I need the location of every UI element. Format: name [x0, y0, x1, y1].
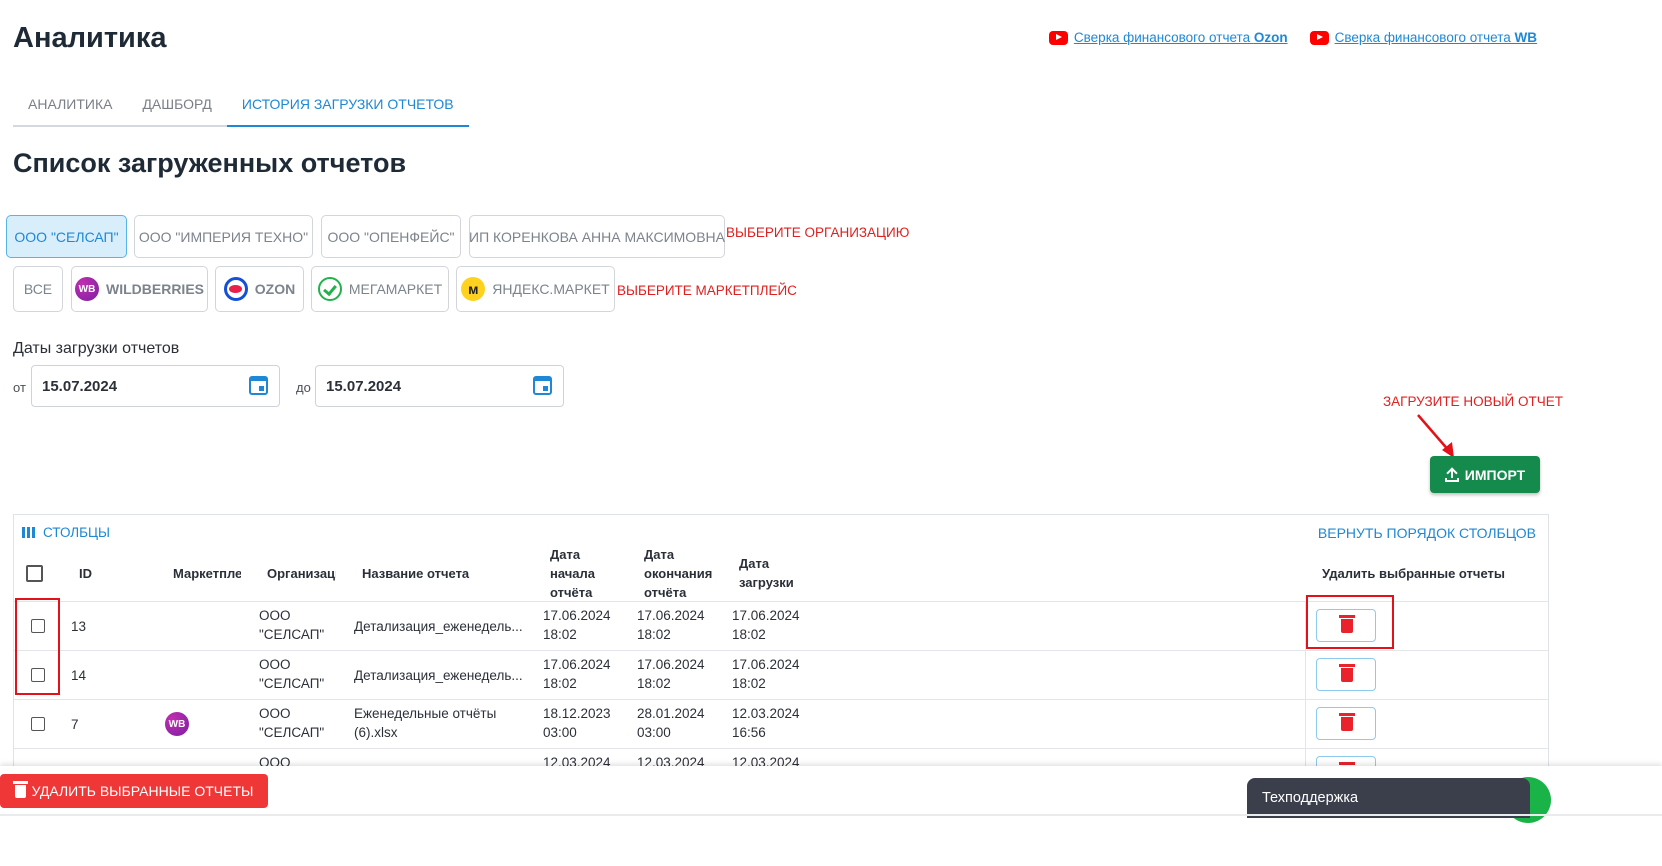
tab-upload-history[interactable]: ИСТОРИЯ ЗАГРУЗКИ ОТЧЕТОВ: [226, 84, 469, 127]
row-id: 14: [71, 668, 87, 683]
column-header-start-date[interactable]: Дата начала отчёта: [550, 545, 620, 601]
megamarket-logo-icon: [317, 277, 342, 301]
column-header-report-name[interactable]: Название отчета: [362, 545, 532, 601]
wb-reconciliation-link[interactable]: Сверка финансового отчета WB: [1309, 30, 1537, 45]
org-chip-selsap[interactable]: ООО "СЕЛСАП": [6, 215, 127, 258]
column-header-organization[interactable]: Организация: [267, 545, 336, 601]
support-chat-button[interactable]: Техподдержка: [1247, 778, 1530, 818]
mp-chip-wildberries[interactable]: WB WILDBERRIES: [71, 266, 208, 312]
tab-bar: АНАЛИТИКА ДАШБОРД ИСТОРИЯ ЗАГРУЗКИ ОТЧЕТ…: [13, 84, 469, 127]
mp-chip-yandex-market[interactable]: м ЯНДЕКС.МАРКЕТ: [456, 266, 615, 312]
tab-dashboard[interactable]: ДАШБОРД: [127, 84, 226, 127]
delete-highlight-box: [1306, 595, 1394, 649]
section-title: Список загруженных отчетов: [13, 148, 407, 178]
org-chip-imperiya-tekhno[interactable]: ООО "ИМПЕРИЯ ТЕХНО": [134, 215, 313, 258]
wb-logo-icon: WB: [165, 712, 189, 736]
row-organization: ООО "СЕЛСАП": [259, 657, 325, 691]
row-end-date: 17.06.2024 18:02: [637, 657, 705, 691]
video-links: Сверка финансового отчета Ozon Сверка фи…: [1048, 30, 1537, 45]
mp-chip-megamarket[interactable]: МЕГАМАРКЕТ: [311, 266, 449, 312]
row-start-date: 17.06.2024 18:02: [543, 608, 611, 642]
delete-row-button[interactable]: [1316, 707, 1376, 740]
org-chip-korenkova[interactable]: ИП КОРЕНКОВА АННА МАКСИМОВНА: [469, 215, 725, 258]
annotation-arrow-icon: [1417, 414, 1454, 458]
row-end-date: 28.01.2024 03:00: [637, 706, 705, 740]
delete-row-button[interactable]: [1316, 658, 1376, 691]
date-to-prefix: до: [296, 380, 311, 395]
reset-column-order-button[interactable]: ВЕРНУТЬ ПОРЯДОК СТОЛБЦОВ: [1318, 525, 1536, 541]
row-upload-date: 17.06.2024 18:02: [732, 657, 800, 691]
row-upload-date: 17.06.2024 18:02: [732, 608, 800, 642]
row-report-name[interactable]: Детализация_еженедель...: [354, 617, 523, 636]
ozon-logo-icon: [223, 277, 248, 301]
calendar-icon[interactable]: [533, 376, 552, 395]
trash-icon: [12, 780, 28, 798]
column-header-delete: Удалить выбранные отчеты: [1322, 565, 1505, 581]
columns-icon: [22, 527, 35, 538]
delete-selected-reports-button[interactable]: УДАЛИТЬ ВЫБРАННЫЕ ОТЧЕТЫ: [0, 774, 268, 808]
date-to-field[interactable]: 15.07.2024: [315, 365, 564, 407]
row-organization: ООО "СЕЛСАП": [259, 608, 325, 642]
footer-divider: [0, 814, 1662, 816]
ozon-reconciliation-link[interactable]: Сверка финансового отчета Ozon: [1048, 30, 1288, 45]
dates-label: Даты загрузки отчетов: [13, 340, 180, 357]
import-button[interactable]: ИМПОРТ: [1430, 456, 1540, 493]
table-row: 7 WB ООО "СЕЛСАП" Еженедельные отчёты (6).…: [14, 699, 1548, 748]
upload-hint: ЗАГРУЗИТЕ НОВЫЙ ОТЧЕТ: [1383, 394, 1563, 409]
trash-icon: [1339, 664, 1355, 682]
column-header-marketplace[interactable]: Маркетплейс: [173, 545, 241, 601]
youtube-icon: [1048, 30, 1068, 45]
row-checkbox[interactable]: [31, 717, 45, 731]
select-all-checkbox[interactable]: [26, 565, 43, 582]
tab-analytics[interactable]: АНАЛИТИКА: [13, 84, 127, 127]
youtube-icon: [1309, 30, 1329, 45]
marketplace-hint: ВЫБЕРИТЕ МАРКЕТПЛЕЙС: [617, 283, 797, 298]
row-id: 13: [71, 619, 87, 634]
mp-chip-ozon[interactable]: OZON: [215, 266, 304, 312]
page-title: Аналитика: [13, 22, 167, 54]
trash-icon: [1339, 713, 1355, 731]
org-chip-openface[interactable]: ООО "ОПЕНФЕЙС": [321, 215, 461, 258]
row-upload-date: 12.03.2024 16:56: [732, 706, 800, 740]
table-row: 14 ООО "СЕЛСАП" Детализация_еженедель... …: [14, 650, 1548, 699]
wb-logo-icon: WB: [75, 277, 99, 301]
row-organization: ООО "СЕЛСАП": [259, 706, 325, 740]
column-header-upload-date[interactable]: Дата загрузки: [739, 545, 803, 601]
row-report-name[interactable]: Еженедельные отчёты (6).xlsx: [354, 704, 496, 742]
row-start-date: 18.12.2023 03:00: [543, 706, 611, 740]
row-start-date: 17.06.2024 18:02: [543, 657, 611, 691]
checkbox-highlight-box: [15, 598, 60, 695]
date-from-prefix: от: [13, 380, 26, 395]
date-from-field[interactable]: 15.07.2024: [31, 365, 280, 407]
column-header-end-date[interactable]: Дата окончания отчёта: [644, 545, 714, 601]
row-end-date: 17.06.2024 18:02: [637, 608, 705, 642]
column-header-id[interactable]: ID: [79, 545, 119, 601]
row-id: 7: [71, 717, 79, 732]
yandex-market-logo-icon: м: [461, 277, 486, 301]
columns-button[interactable]: СТОЛБЦЫ: [22, 525, 110, 540]
row-report-name[interactable]: Детализация_еженедель...: [354, 666, 523, 685]
calendar-icon[interactable]: [249, 376, 268, 395]
mp-chip-all[interactable]: ВСЕ: [13, 266, 63, 312]
organization-hint: ВЫБЕРИТЕ ОРГАНИЗАЦИЮ: [726, 225, 910, 240]
upload-icon: [1444, 468, 1459, 482]
